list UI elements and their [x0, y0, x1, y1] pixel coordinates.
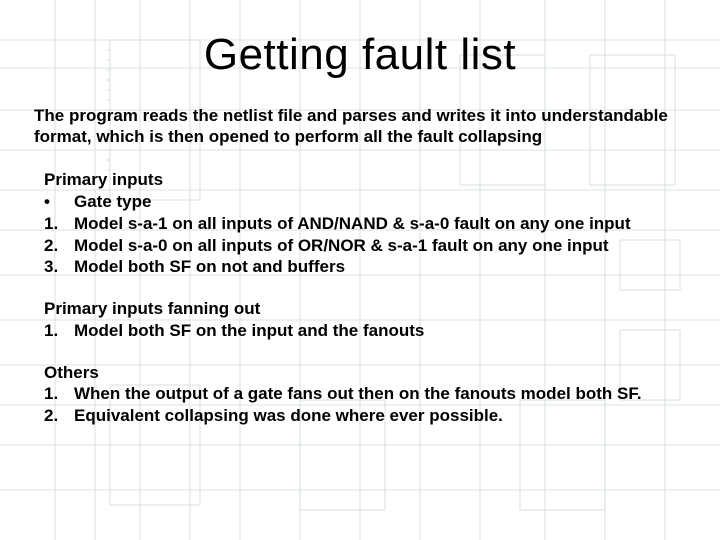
list-item: • Gate type: [44, 191, 686, 213]
list-text: Equivalent collapsing was done where eve…: [74, 405, 503, 427]
section-heading: Primary inputs: [44, 169, 686, 191]
list-text: Gate type: [74, 191, 151, 213]
list-item: 1. When the output of a gate fans out th…: [44, 383, 686, 405]
slide: Getting fault list The program reads the…: [0, 0, 720, 540]
list-text: Model s-a-1 on all inputs of AND/NAND & …: [74, 213, 631, 235]
number-marker: 3.: [44, 256, 74, 278]
list-item: 2. Equivalent collapsing was done where …: [44, 405, 686, 427]
number-marker: 1.: [44, 213, 74, 235]
list-item: 1. Model both SF on the input and the fa…: [44, 320, 686, 342]
list-text: When the output of a gate fans out then …: [74, 383, 642, 405]
number-marker: 1.: [44, 320, 74, 342]
slide-content: Getting fault list The program reads the…: [0, 0, 720, 427]
section-heading: Others: [44, 362, 686, 384]
number-marker: 1.: [44, 383, 74, 405]
section-others: Others 1. When the output of a gate fans…: [34, 362, 686, 427]
section-heading: Primary inputs fanning out: [44, 298, 686, 320]
intro-paragraph: The program reads the netlist file and p…: [34, 106, 686, 147]
section-primary-inputs: Primary inputs • Gate type 1. Model s-a-…: [34, 169, 686, 278]
bullet-marker: •: [44, 191, 74, 213]
slide-title: Getting fault list: [34, 30, 686, 80]
list-item: 2. Model s-a-0 on all inputs of OR/NOR &…: [44, 235, 686, 257]
list-item: 3. Model both SF on not and buffers: [44, 256, 686, 278]
number-marker: 2.: [44, 405, 74, 427]
list-text: Model both SF on not and buffers: [74, 256, 345, 278]
list-text: Model s-a-0 on all inputs of OR/NOR & s-…: [74, 235, 609, 257]
list-text: Model both SF on the input and the fanou…: [74, 320, 424, 342]
number-marker: 2.: [44, 235, 74, 257]
section-primary-inputs-fanning-out: Primary inputs fanning out 1. Model both…: [34, 298, 686, 342]
list-item: 1. Model s-a-1 on all inputs of AND/NAND…: [44, 213, 686, 235]
